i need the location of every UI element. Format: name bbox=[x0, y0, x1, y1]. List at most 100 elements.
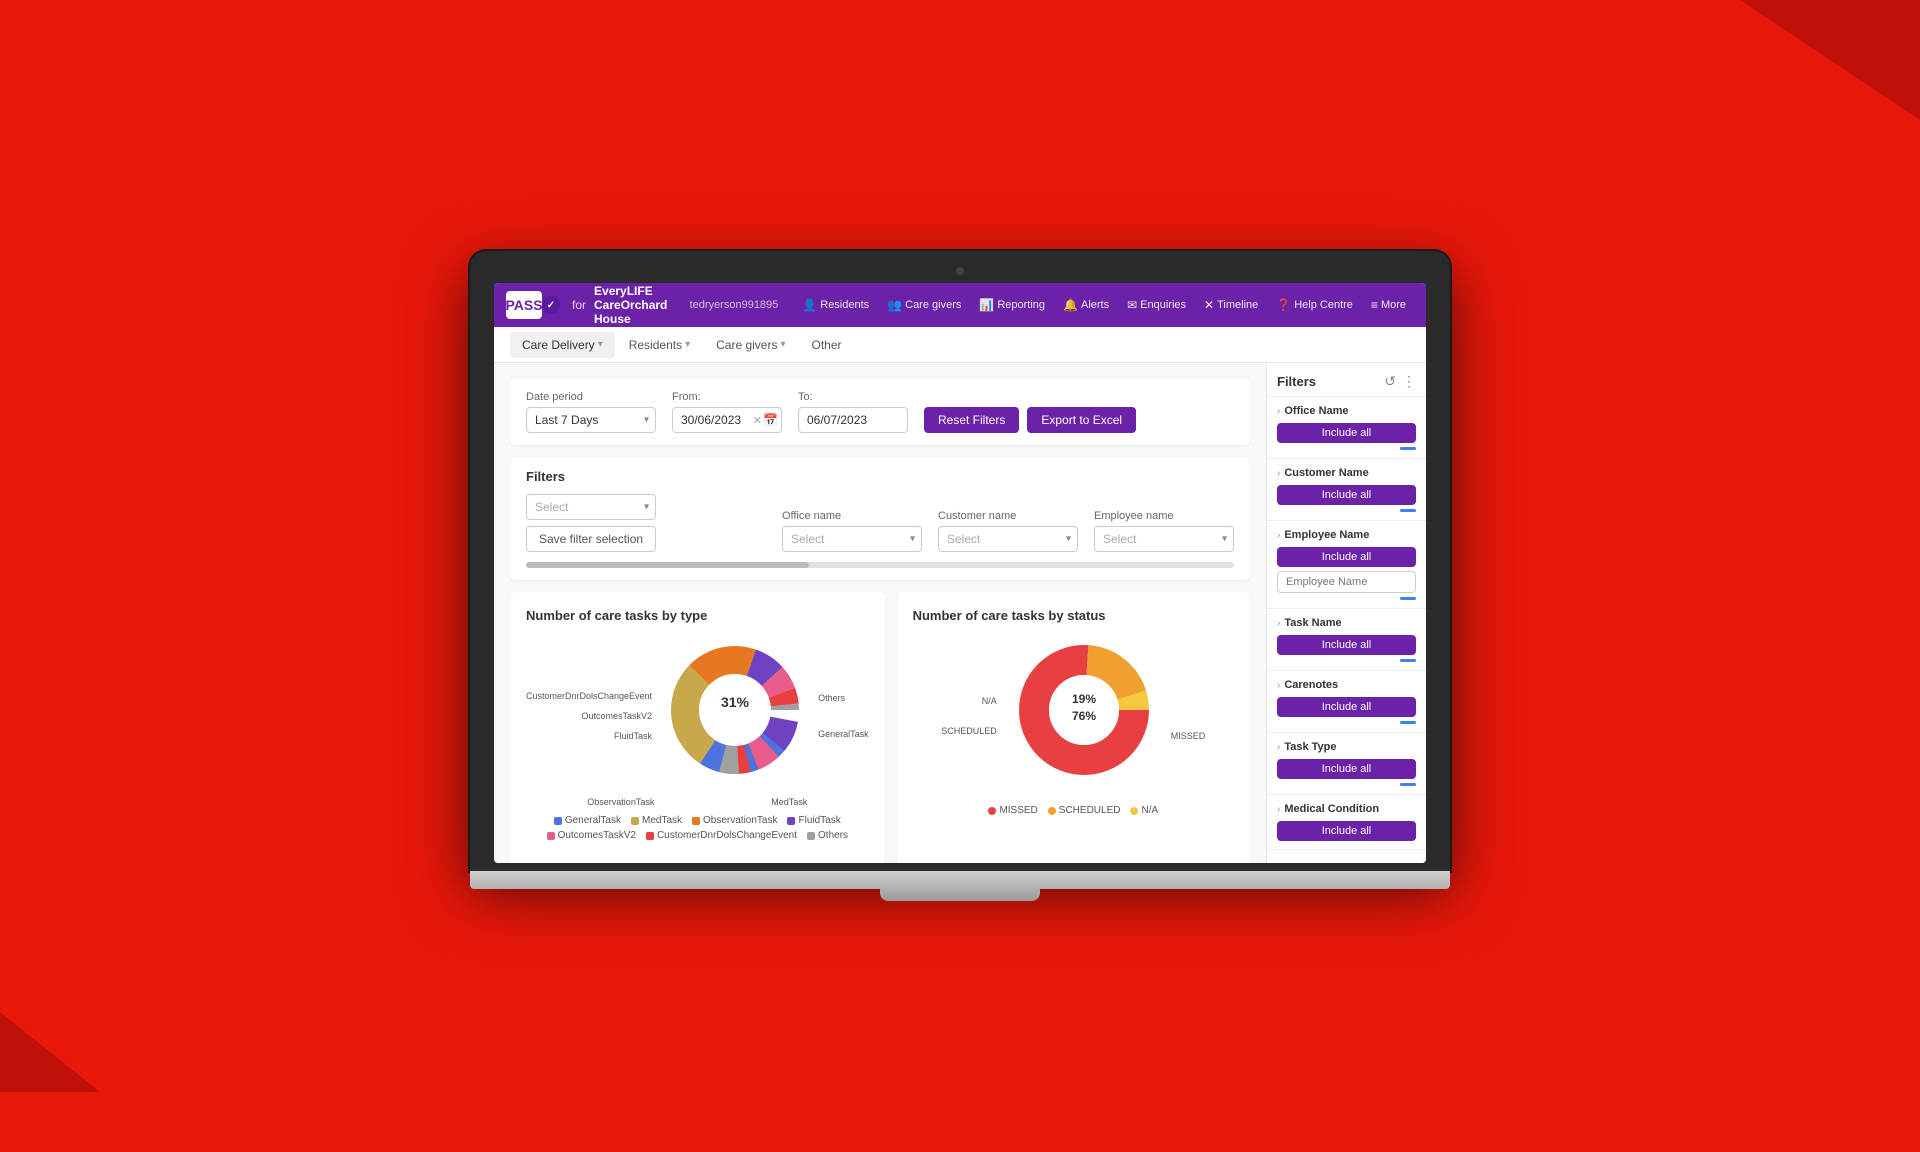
legend-dot bbox=[1130, 807, 1138, 815]
topnav-enquiries[interactable]: ✉ Enquiries bbox=[1119, 294, 1194, 316]
chart-by-type: Number of care tasks by type CustomerDnr… bbox=[510, 592, 885, 863]
subnav-care-delivery[interactable]: Care Delivery ▾ bbox=[510, 332, 615, 358]
filter-type-select[interactable]: Select bbox=[526, 494, 656, 520]
status-labels-left: N/A SCHEDULED bbox=[941, 696, 997, 736]
office-name-select[interactable]: Select bbox=[782, 526, 922, 552]
laptop-stand bbox=[880, 889, 1040, 901]
chart-type-legend: GeneralTask MedTask Observ bbox=[526, 815, 869, 841]
rp-section-task-name: › Task Name Include all bbox=[1267, 609, 1426, 671]
rp-section-office-header[interactable]: › Office Name bbox=[1277, 405, 1416, 417]
to-date-group: To: bbox=[798, 391, 908, 433]
rp-section-task-header[interactable]: › Task Name bbox=[1277, 617, 1416, 629]
medical-include-all-button[interactable]: Include all bbox=[1277, 821, 1416, 841]
svg-text:76%: 76% bbox=[1072, 709, 1096, 723]
filters-row: Select Save filter selection Office name bbox=[526, 494, 1234, 552]
chevron-right-icon: › bbox=[1277, 804, 1280, 815]
sub-navigation: Care Delivery ▾ Residents ▾ Care givers … bbox=[494, 327, 1426, 363]
to-date-input[interactable] bbox=[798, 407, 908, 433]
chevron-right-icon: › bbox=[1277, 530, 1280, 541]
chart-status-title: Number of care tasks by status bbox=[913, 608, 1234, 623]
content-area: Date period Last 7 Days From: bbox=[494, 363, 1266, 863]
reporting-icon: 📊 bbox=[979, 298, 994, 312]
legend-dot bbox=[692, 817, 700, 825]
topnav-reporting[interactable]: 📊 Reporting bbox=[971, 294, 1053, 316]
legend-dot bbox=[1048, 807, 1056, 815]
customer-include-all-button[interactable]: Include all bbox=[1277, 485, 1416, 505]
topnav-residents[interactable]: 👤 Residents bbox=[794, 294, 877, 316]
employee-include-all-button[interactable]: Include all bbox=[1277, 547, 1416, 567]
task-include-all-button[interactable]: Include all bbox=[1277, 635, 1416, 655]
legend-dot bbox=[646, 832, 654, 840]
residents-icon: 👤 bbox=[802, 298, 817, 312]
topnav-more[interactable]: ≡ More bbox=[1363, 294, 1414, 316]
reset-filters-button[interactable]: Reset Filters bbox=[924, 407, 1019, 433]
rp-medical-title: Medical Condition bbox=[1284, 803, 1379, 815]
filter-type-wrap: Select bbox=[526, 494, 656, 520]
calendar-icon[interactable]: 📅 bbox=[763, 413, 778, 427]
chart-type-body: CustomerDnrDolsChangeEvent OutcomesTaskV… bbox=[526, 635, 869, 841]
rp-section-employee-header[interactable]: › Employee Name bbox=[1277, 529, 1416, 541]
topnav-user: tedryerson991895 bbox=[690, 299, 779, 311]
laptop-base bbox=[470, 871, 1450, 889]
caregivers-icon: 👥 bbox=[887, 298, 902, 312]
donut-chart-type: 31% bbox=[660, 635, 810, 785]
filters-section: Filters Select Save filter selection bbox=[510, 457, 1250, 580]
date-row: Date period Last 7 Days From: bbox=[526, 391, 1234, 433]
filter-type-group: Select Save filter selection bbox=[526, 494, 766, 552]
employee-name-input[interactable] bbox=[1277, 571, 1416, 593]
chart-by-status: Number of care tasks by status N/A SCHED… bbox=[897, 592, 1250, 863]
more-options-icon[interactable]: ⋮ bbox=[1402, 373, 1416, 390]
topnav-timeline[interactable]: ✕ Timeline bbox=[1196, 294, 1266, 316]
red-accent-top-right bbox=[1740, 0, 1920, 120]
alerts-icon: 🔔 bbox=[1063, 298, 1078, 312]
screen: PASS ✓ for EveryLIFE CareOrchard House t… bbox=[494, 283, 1426, 863]
topnav-helpcentre[interactable]: ❓ Help Centre bbox=[1268, 294, 1361, 316]
subnav-residents[interactable]: Residents ▾ bbox=[617, 332, 702, 358]
rp-section-carenotes-header[interactable]: › Carenotes bbox=[1277, 679, 1416, 691]
rp-section-medical-header[interactable]: › Medical Condition bbox=[1277, 803, 1416, 815]
customer-name-label: Customer name bbox=[938, 510, 1078, 522]
rp-section-customer-name: › Customer Name Include all bbox=[1267, 459, 1426, 521]
camera bbox=[956, 267, 964, 275]
legend-observationtask: ObservationTask bbox=[692, 815, 777, 826]
rp-section-customer-header[interactable]: › Customer Name bbox=[1277, 467, 1416, 479]
to-date-wrap bbox=[798, 407, 908, 433]
refresh-icon[interactable]: ↺ bbox=[1384, 373, 1396, 390]
chart-status-body: N/A SCHEDULED bbox=[913, 635, 1234, 816]
rp-tasktype-title: Task Type bbox=[1284, 741, 1336, 753]
date-clear-icon[interactable]: ✕ bbox=[753, 414, 762, 427]
chevron-down-icon: ▾ bbox=[780, 339, 785, 350]
legend-outcomestaskv2: OutcomesTaskV2 bbox=[547, 830, 636, 841]
rp-employee-title: Employee Name bbox=[1284, 529, 1369, 541]
topnav-alerts[interactable]: 🔔 Alerts bbox=[1055, 294, 1117, 316]
horizontal-scrollbar[interactable] bbox=[526, 562, 1234, 568]
export-excel-button[interactable]: Export to Excel bbox=[1027, 407, 1136, 433]
subnav-other[interactable]: Other bbox=[800, 332, 854, 358]
rp-section-office-name: › Office Name Include all bbox=[1267, 397, 1426, 459]
subnav-caregivers[interactable]: Care givers ▾ bbox=[704, 332, 797, 358]
save-filter-button[interactable]: Save filter selection bbox=[526, 526, 656, 552]
legend-dot bbox=[554, 817, 562, 825]
tasktype-include-all-button[interactable]: Include all bbox=[1277, 759, 1416, 779]
chevron-right-icon: › bbox=[1277, 406, 1280, 417]
helpcentre-icon: ❓ bbox=[1276, 298, 1291, 312]
legend-dot bbox=[631, 817, 639, 825]
rp-task-title: Task Name bbox=[1284, 617, 1341, 629]
customer-name-select[interactable]: Select bbox=[938, 526, 1078, 552]
chevron-down-icon: ▾ bbox=[598, 339, 603, 350]
topnav-caregivers[interactable]: 👥 Care givers bbox=[879, 294, 969, 316]
chevron-right-icon: › bbox=[1277, 468, 1280, 479]
office-include-all-button[interactable]: Include all bbox=[1277, 423, 1416, 443]
chevron-right-icon: › bbox=[1277, 742, 1280, 753]
carenotes-include-all-button[interactable]: Include all bbox=[1277, 697, 1416, 717]
filters-section-title: Filters bbox=[526, 469, 1234, 484]
legend-dot bbox=[787, 817, 795, 825]
date-period-select[interactable]: Last 7 Days bbox=[526, 407, 656, 433]
office-blue-bar bbox=[1400, 447, 1416, 450]
pass-logo: PASS ✓ bbox=[506, 291, 560, 319]
employee-name-select[interactable]: Select bbox=[1094, 526, 1234, 552]
right-panel-actions: ↺ ⋮ bbox=[1384, 373, 1416, 390]
from-date-group: From: ✕ 📅 bbox=[672, 391, 782, 433]
rp-section-tasktype-header[interactable]: › Task Type bbox=[1277, 741, 1416, 753]
topnav-company: EveryLIFE CareOrchard House bbox=[594, 284, 680, 326]
